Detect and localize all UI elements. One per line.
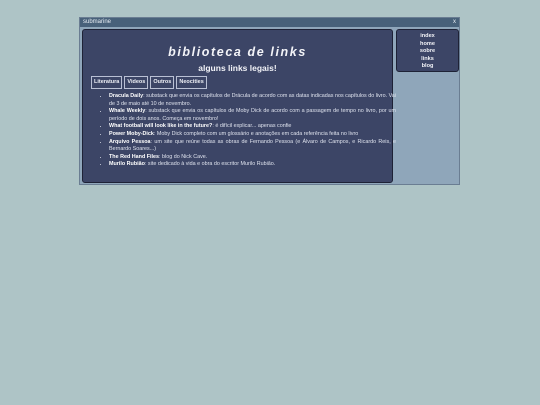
tab-outros[interactable]: Outros bbox=[150, 76, 175, 89]
window-titlebar[interactable]: submarine x bbox=[80, 18, 459, 27]
list-item: Dracula Daily: substack que envia os cap… bbox=[109, 93, 396, 108]
link-red-hand-files[interactable]: The Red Hand Files bbox=[109, 154, 159, 160]
nav-item-home[interactable]: home bbox=[397, 41, 458, 49]
list-item: Power Moby-Dick: Moby Dick completo com … bbox=[109, 131, 396, 139]
link-murilo-rubiao[interactable]: Murilo Rubião bbox=[109, 161, 145, 167]
tab-literatura[interactable]: Literatura bbox=[91, 76, 123, 89]
link-description: : site dedicado à vida e obra do escrito… bbox=[144, 161, 276, 168]
main-content-panel: biblioteca de links alguns links legais!… bbox=[82, 29, 396, 183]
nav-item-sobre[interactable]: sobre bbox=[397, 48, 458, 56]
link-description: : Moby Dick completo com um glossário e … bbox=[153, 130, 359, 137]
link-description: : substack que envia os capítulos de Drá… bbox=[109, 93, 396, 107]
browser-window: submarine x biblioteca de links alguns l… bbox=[79, 17, 460, 185]
page-subtitle: alguns links legais! bbox=[198, 63, 277, 73]
link-description: : substack que envia os capítulos de Mob… bbox=[109, 108, 396, 122]
link-dracula-daily[interactable]: Dracula Daily bbox=[109, 93, 143, 99]
list-item: What football will look like in the futu… bbox=[109, 123, 396, 131]
link-whale-weekly[interactable]: Whale Weekly bbox=[109, 108, 145, 114]
list-item: The Red Hand Files: blog do Nick Cave. bbox=[109, 154, 396, 162]
links-list: Dracula Daily: substack que envia os cap… bbox=[99, 93, 396, 169]
list-item: Whale Weekly: substack que envia os capí… bbox=[109, 108, 396, 123]
link-arquivo-pessoa[interactable]: Arquivo Pessoa bbox=[109, 139, 151, 145]
link-description: : é difícil explicar... apenas confie bbox=[212, 123, 292, 130]
window-title: submarine bbox=[83, 19, 112, 25]
tab-neocities[interactable]: Neocities bbox=[176, 76, 207, 89]
tab-videos[interactable]: Videos bbox=[124, 76, 149, 89]
nav-item-blog[interactable]: blog bbox=[397, 63, 458, 71]
close-icon[interactable]: x bbox=[453, 18, 456, 27]
page-title: biblioteca de links bbox=[168, 45, 307, 59]
link-power-moby-dick[interactable]: Power Moby-Dick bbox=[109, 131, 154, 137]
list-item: Murilo Rubião: site dedicado à vida e ob… bbox=[109, 161, 396, 169]
side-navigation: index home sobre links blog bbox=[396, 29, 459, 72]
link-description: : um site que reúne todas as obras de Fe… bbox=[109, 138, 396, 153]
category-tabs: Literatura Videos Outros Neocities bbox=[91, 76, 207, 89]
list-item: Arquivo Pessoa: um site que reúne todas … bbox=[109, 139, 396, 154]
nav-item-links[interactable]: links bbox=[397, 56, 458, 64]
nav-item-index[interactable]: index bbox=[397, 33, 458, 41]
link-description: : blog do Nick Cave. bbox=[159, 153, 208, 160]
link-football-future[interactable]: What football will look like in the futu… bbox=[109, 123, 212, 129]
